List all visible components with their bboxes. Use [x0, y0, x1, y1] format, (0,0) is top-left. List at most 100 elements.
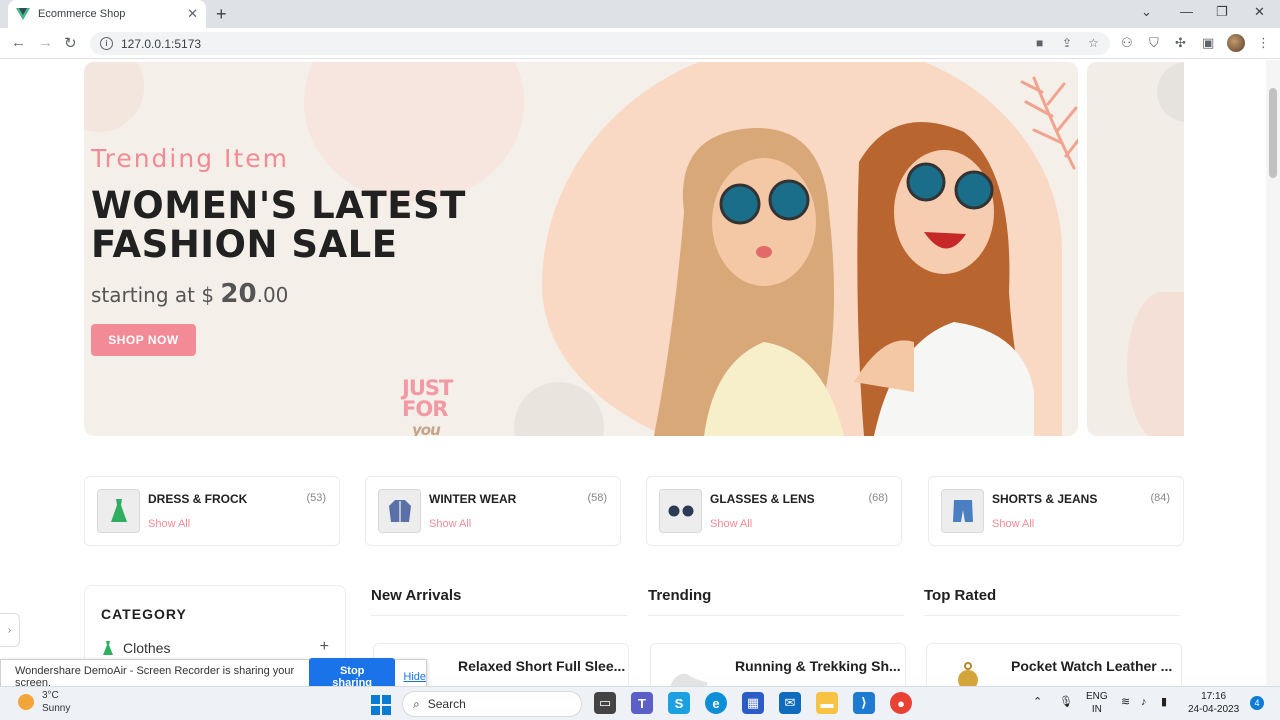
category-card-shorts[interactable]: SHORTS & JEANS (84) Show All [928, 476, 1184, 546]
menu-dots-icon[interactable]: ⋮ [1257, 35, 1270, 51]
task-view-icon[interactable]: ▭ [594, 692, 616, 714]
reload-icon[interactable]: ↻ [64, 34, 77, 52]
category-name: DRESS & FROCK [148, 492, 248, 506]
jacket-icon [378, 489, 421, 533]
category-count: (68) [868, 492, 888, 504]
dress-icon [103, 641, 113, 655]
decor-blob [1157, 62, 1184, 122]
start-button[interactable] [371, 695, 391, 715]
bookmark-star-icon[interactable]: ☆ [1088, 36, 1099, 50]
product-name: Running & Trekking Sh... [735, 658, 901, 674]
glasses-icon [659, 489, 702, 533]
show-all-link[interactable]: Show All [710, 518, 752, 530]
search-icon: ⌕ [413, 696, 420, 711]
price-cents: .00 [256, 283, 289, 307]
notification-badge[interactable]: 4 [1250, 696, 1264, 710]
microphone-icon[interactable]: 🎙 [1059, 696, 1073, 709]
forward-icon[interactable]: → [38, 34, 53, 51]
divider [371, 615, 627, 616]
mail-icon[interactable]: ✉ [779, 692, 801, 714]
tray-overflow-icon[interactable]: ⌃ [1033, 696, 1042, 709]
category-name: SHORTS & JEANS [992, 492, 1098, 506]
category-count: (58) [587, 492, 607, 504]
shield-icon[interactable]: ⛉ [1149, 35, 1159, 51]
lang-1: ENG [1086, 691, 1108, 702]
volume-icon[interactable]: ♪ [1141, 696, 1147, 709]
trending-title: Trending [648, 587, 712, 604]
clock[interactable]: 17:16 24-04-2023 [1188, 690, 1239, 716]
category-card-winter[interactable]: WINTER WEAR (58) Show All [365, 476, 621, 546]
banner-price: starting at $ 20.00 [91, 279, 288, 309]
share-icon[interactable]: ⇪ [1062, 36, 1072, 50]
decor-blob [514, 382, 604, 436]
extensions-puzzle-icon[interactable]: ✣ [1175, 35, 1186, 51]
store-icon[interactable]: ▦ [742, 692, 764, 714]
decor-blob [304, 62, 524, 202]
hero-banner: Trending Item WOMEN'S LATEST FASHION SAL… [84, 62, 1078, 436]
tab-close-icon[interactable]: ✕ [187, 6, 198, 22]
taskbar-search[interactable]: ⌕ Search [402, 691, 582, 717]
product-name: Relaxed Short Full Slee... [458, 658, 626, 674]
sun-icon [18, 694, 34, 710]
battery-icon[interactable]: ▮ [1161, 696, 1167, 709]
sidebar-title: CATEGORY [101, 606, 187, 622]
page-content: Trending Item WOMEN'S LATEST FASHION SAL… [0, 60, 1280, 703]
back-icon[interactable]: ← [11, 34, 26, 51]
address-bar[interactable]: i 127.0.0.1:5173 [90, 32, 1110, 55]
wifi-icon[interactable]: ≋ [1121, 696, 1130, 709]
browser-tab-strip: Ecommerce Shop ✕ + ⌄ — ❐ ✕ [0, 0, 1280, 28]
show-all-link[interactable]: Show All [148, 518, 190, 530]
hide-link[interactable]: Hide [403, 671, 426, 683]
category-name: GLASSES & LENS [710, 492, 815, 506]
category-name: WINTER WEAR [429, 492, 517, 506]
skype-icon[interactable]: S [668, 692, 690, 714]
next-banner-slide[interactable] [1087, 62, 1184, 436]
sidebar-item-clothes[interactable]: Clothes [101, 640, 170, 656]
site-info-icon[interactable]: i [100, 37, 113, 50]
new-arrivals-title: New Arrivals [371, 587, 462, 604]
shop-now-button[interactable]: SHOP NOW [91, 324, 196, 356]
headline-line-1: WOMEN'S LATEST [91, 184, 466, 227]
side-panel-toggle-icon[interactable]: › [0, 613, 20, 647]
decor-leaf [1127, 292, 1184, 436]
badge-script: you [412, 421, 441, 436]
tab-search-icon[interactable]: ⌄ [1141, 4, 1152, 20]
folder-icon[interactable]: ▬ [816, 692, 838, 714]
weather-text: 3°C Sunny [42, 689, 70, 715]
lang-2: IN [1091, 704, 1102, 715]
language-indicator[interactable]: ENG IN [1086, 690, 1108, 716]
category-count: (53) [306, 492, 326, 504]
new-tab-button[interactable]: + [216, 4, 227, 24]
category-card-glasses[interactable]: GLASSES & LENS (68) Show All [646, 476, 902, 546]
browser-tab[interactable]: Ecommerce Shop ✕ [8, 0, 206, 28]
weather-widget[interactable]: 3°C Sunny [18, 689, 70, 715]
taskbar: 3°C Sunny ⌕ Search ▭ T S e ▦ ✉ ▬ ⟩ ● ⌃ 🎙… [0, 686, 1280, 720]
maximize-icon[interactable]: ❐ [1216, 4, 1228, 20]
side-panel-icon[interactable]: ▣ [1202, 35, 1214, 51]
expand-plus-icon[interactable]: + [320, 638, 329, 656]
just-for-you-badge: JUST FOR you [402, 378, 453, 437]
sidebar-item-label: Clothes [123, 640, 171, 656]
badge-mid: FOR [402, 397, 448, 421]
vscode-icon[interactable]: ⟩ [853, 692, 875, 714]
category-card-dress[interactable]: DRESS & FROCK (53) Show All [84, 476, 340, 546]
teams-icon[interactable]: T [631, 692, 653, 714]
profile-avatar[interactable] [1227, 34, 1245, 52]
show-all-link[interactable]: Show All [429, 518, 471, 530]
window-close-icon[interactable]: ✕ [1254, 4, 1265, 20]
shorts-icon [941, 489, 984, 533]
product-name: Pocket Watch Leather ... [1011, 658, 1173, 674]
category-count: (84) [1150, 492, 1170, 504]
minimize-icon[interactable]: — [1180, 4, 1193, 19]
tab-title: Ecommerce Shop [38, 8, 126, 20]
scrollbar-thumb[interactable] [1269, 88, 1277, 178]
camera-icon[interactable]: ■ [1036, 36, 1043, 50]
extension-account-icon[interactable]: ⚇ [1121, 35, 1133, 51]
show-all-link[interactable]: Show All [992, 518, 1034, 530]
edge-icon[interactable]: e [705, 692, 727, 714]
divider [924, 615, 1180, 616]
headline-line-2: FASHION SALE [91, 223, 398, 266]
price-amount: 20 [220, 279, 257, 309]
banner-headline: WOMEN'S LATEST FASHION SALE [91, 186, 466, 264]
chrome-icon[interactable]: ● [890, 692, 912, 714]
